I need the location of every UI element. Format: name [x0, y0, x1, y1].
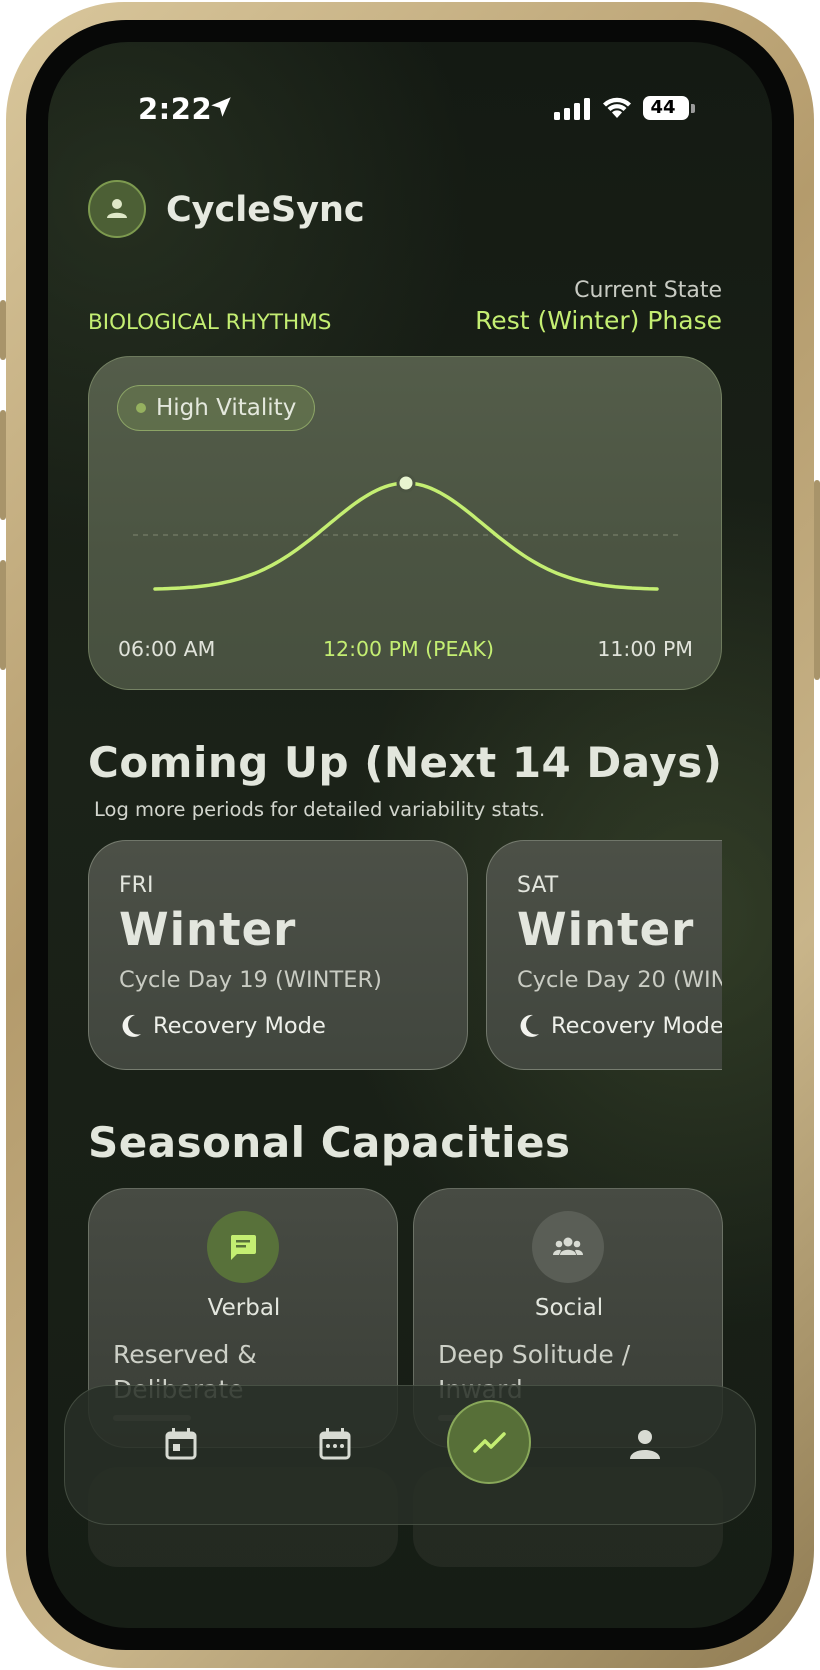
location-arrow-icon [211, 97, 231, 117]
coming-up-subtitle: Log more periods for detailed variabilit… [94, 798, 546, 821]
status-time: 2:22 [138, 92, 213, 126]
status-bar: 2:22 44 [48, 42, 772, 152]
phone-frame: 2:22 44 CycleSync BIOLOGICAL RHYTHMS Cur… [6, 2, 814, 1668]
day-of-week: FRI [119, 873, 154, 898]
current-state-value: Rest (Winter) Phase [475, 306, 722, 335]
moon-icon [520, 1014, 539, 1037]
moon-icon [122, 1014, 141, 1037]
person-icon [107, 199, 127, 218]
vitality-chart-card: High Vitality 06:00 AM 12:00 PM (PEAK) 1… [88, 356, 722, 690]
side-button [0, 300, 6, 360]
side-button [814, 480, 820, 680]
capacity-icon-badge [532, 1211, 604, 1283]
wifi-icon [603, 97, 631, 118]
capacities-heading: Seasonal Capacities [88, 1118, 571, 1167]
day-season: Winter [119, 903, 297, 956]
bottom-navigation [64, 1385, 756, 1525]
upcoming-days-carousel[interactable]: FRI Winter Cycle Day 19 (WINTER) Recover… [88, 840, 722, 1072]
battery-indicator: 44 [643, 96, 689, 120]
day-season: Winter [517, 903, 695, 956]
day-of-week: SAT [517, 873, 559, 898]
peak-marker [396, 473, 416, 493]
day-mode-label: Recovery Mode [153, 1013, 326, 1039]
capacity-icon-badge [207, 1211, 279, 1283]
cellular-signal-icon [554, 98, 590, 120]
x-tick-start: 06:00 AM [118, 637, 216, 661]
profile-icon[interactable] [627, 1426, 663, 1462]
side-button [0, 410, 6, 520]
x-tick-end: 11:00 PM [597, 637, 693, 661]
coming-up-heading: Coming Up (Next 14 Days) [88, 738, 723, 787]
day-cycle-info: Cycle Day 19 (WINTER) [119, 967, 382, 993]
chat-bubble-icon [230, 1235, 256, 1260]
side-button [0, 560, 6, 670]
day-cycle-info: Cycle Day 20 (WINTER) [517, 967, 722, 993]
group-icon [553, 1237, 583, 1255]
day-mode-label: Recovery Mode [551, 1013, 722, 1039]
x-tick-peak: 12:00 PM (PEAK) [323, 637, 494, 661]
battery-tip [691, 104, 695, 113]
app-screen: 2:22 44 CycleSync BIOLOGICAL RHYTHMS Cur… [48, 42, 772, 1628]
phone-bezel: 2:22 44 CycleSync BIOLOGICAL RHYTHMS Cur… [26, 20, 794, 1650]
nav-insights-active[interactable] [447, 1400, 531, 1484]
capacity-name: Verbal [207, 1295, 281, 1321]
capacity-name: Social [534, 1295, 604, 1321]
day-card-sat[interactable]: SAT Winter Cycle Day 20 (WINTER) Recover… [486, 840, 722, 1070]
vitality-curve-line [153, 481, 659, 591]
profile-avatar-button[interactable] [88, 180, 146, 238]
battery-level: 44 [650, 97, 676, 118]
current-state-caption: Current State [574, 278, 722, 303]
calendar-today-icon[interactable] [163, 1426, 199, 1462]
app-title: CycleSync [166, 190, 365, 230]
section-label: BIOLOGICAL RHYTHMS [88, 310, 332, 335]
calendar-month-icon[interactable] [317, 1426, 353, 1462]
trending-icon [473, 1432, 506, 1453]
day-card-fri[interactable]: FRI Winter Cycle Day 19 (WINTER) Recover… [88, 840, 468, 1070]
